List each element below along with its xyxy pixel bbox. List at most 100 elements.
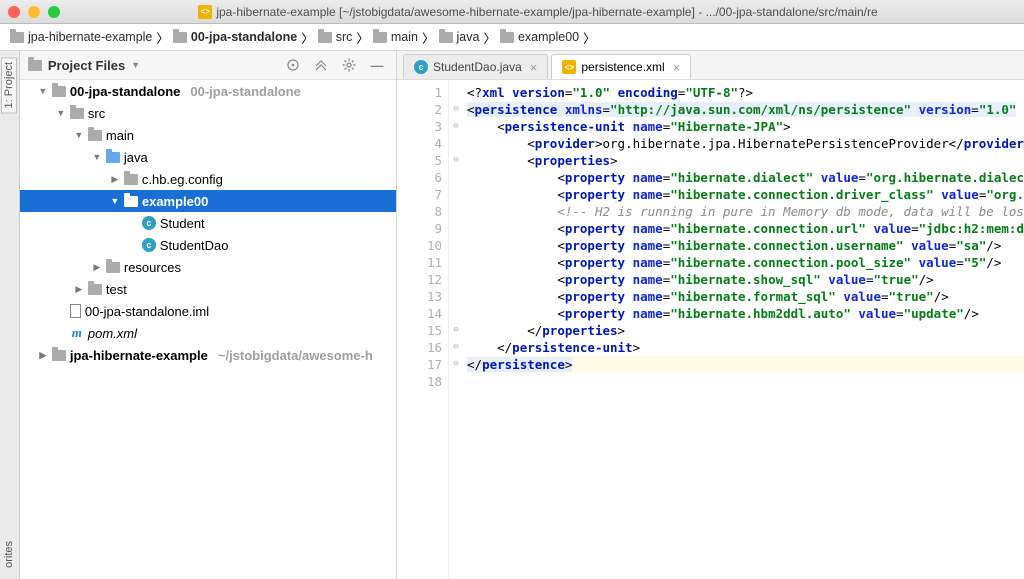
- fold-marker[interactable]: [449, 220, 463, 237]
- fold-marker[interactable]: [449, 135, 463, 152]
- line-number[interactable]: 18: [397, 373, 442, 390]
- editor-tab[interactable]: <>persistence.xml×: [551, 54, 691, 79]
- fold-marker[interactable]: ⊖: [449, 118, 463, 135]
- code-line[interactable]: </properties>: [467, 322, 1024, 339]
- fold-marker[interactable]: [449, 305, 463, 322]
- tree-row[interactable]: ▼main: [20, 124, 396, 146]
- hide-icon[interactable]: —: [366, 54, 388, 76]
- code-line[interactable]: <?xml version="1.0" encoding="UTF-8"?>: [467, 84, 1024, 101]
- code-line[interactable]: <property name="hibernate.connection.use…: [467, 237, 1024, 254]
- fold-marker[interactable]: [449, 186, 463, 203]
- tree-twisty-icon[interactable]: ▼: [56, 108, 66, 118]
- fold-marker[interactable]: ⊖: [449, 356, 463, 373]
- breadcrumb-item[interactable]: java: [439, 30, 480, 44]
- code-line[interactable]: <!-- H2 is running in pure in Memory db …: [467, 203, 1024, 220]
- fold-marker[interactable]: [449, 169, 463, 186]
- fold-marker[interactable]: [449, 373, 463, 390]
- minimize-window-button[interactable]: [28, 6, 40, 18]
- breadcrumb-item[interactable]: main: [373, 30, 418, 44]
- fold-column[interactable]: ⊖⊖⊖⊖⊖⊖: [449, 80, 463, 579]
- tree-row[interactable]: ▼example00: [20, 190, 396, 212]
- close-window-button[interactable]: [8, 6, 20, 18]
- line-number[interactable]: 7: [397, 186, 442, 203]
- line-number-gutter[interactable]: 123456789101112131415161718: [397, 80, 449, 579]
- tree-twisty-icon[interactable]: ▶: [74, 284, 84, 295]
- code-line[interactable]: <property name="hibernate.connection.dri…: [467, 186, 1024, 203]
- close-icon[interactable]: ×: [673, 60, 681, 75]
- line-number[interactable]: 12: [397, 271, 442, 288]
- breadcrumb-item[interactable]: 00-jpa-standalone: [173, 30, 297, 44]
- code-line[interactable]: <property name="hibernate.connection.poo…: [467, 254, 1024, 271]
- fold-marker[interactable]: ⊖: [449, 339, 463, 356]
- fold-marker[interactable]: [449, 288, 463, 305]
- line-number[interactable]: 3: [397, 118, 442, 135]
- editor-tab[interactable]: cStudentDao.java×: [403, 54, 548, 79]
- code-line[interactable]: </persistence-unit>: [467, 339, 1024, 356]
- line-number[interactable]: 1: [397, 84, 442, 101]
- tree-row[interactable]: mpom.xml: [20, 322, 396, 344]
- locate-icon[interactable]: [282, 54, 304, 76]
- close-icon[interactable]: ×: [530, 60, 538, 75]
- code-editor[interactable]: 123456789101112131415161718 ⊖⊖⊖⊖⊖⊖ <?xml…: [397, 80, 1024, 579]
- code-line[interactable]: <provider>org.hibernate.jpa.HibernatePer…: [467, 135, 1024, 152]
- line-number[interactable]: 16: [397, 339, 442, 356]
- code-line[interactable]: <persistence xmlns="http://java.sun.com/…: [467, 101, 1024, 118]
- code-line[interactable]: </persistence>: [467, 356, 1024, 373]
- tree-row[interactable]: ▶jpa-hibernate-example~/jstobigdata/awes…: [20, 344, 396, 366]
- tree-twisty-icon[interactable]: ▼: [110, 196, 120, 206]
- fold-marker[interactable]: ⊖: [449, 101, 463, 118]
- line-number[interactable]: 17: [397, 356, 442, 373]
- line-number[interactable]: 14: [397, 305, 442, 322]
- tree-twisty-icon[interactable]: ▶: [110, 174, 120, 185]
- fold-marker[interactable]: [449, 84, 463, 101]
- code-line[interactable]: <property name="hibernate.show_sql" valu…: [467, 271, 1024, 288]
- tree-row[interactable]: 00-jpa-standalone.iml: [20, 300, 396, 322]
- line-number[interactable]: 9: [397, 220, 442, 237]
- code-line[interactable]: [467, 373, 1024, 390]
- fold-marker[interactable]: [449, 254, 463, 271]
- tree-row[interactable]: ▶test: [20, 278, 396, 300]
- line-number[interactable]: 13: [397, 288, 442, 305]
- tree-twisty-icon[interactable]: ▶: [38, 350, 48, 361]
- tree-row[interactable]: ▼java: [20, 146, 396, 168]
- tree-row[interactable]: ▶c.hb.eg.config: [20, 168, 396, 190]
- fold-marker[interactable]: [449, 237, 463, 254]
- favorites-tool-button[interactable]: orites: [1, 536, 17, 573]
- line-number[interactable]: 10: [397, 237, 442, 254]
- code-line[interactable]: <property name="hibernate.connection.url…: [467, 220, 1024, 237]
- line-number[interactable]: 2: [397, 101, 442, 118]
- breadcrumb-item[interactable]: example00: [500, 30, 579, 44]
- code-line[interactable]: <property name="hibernate.format_sql" va…: [467, 288, 1024, 305]
- line-number[interactable]: 15: [397, 322, 442, 339]
- project-tree[interactable]: ▼00-jpa-standalone00-jpa-standalone▼src▼…: [20, 80, 396, 579]
- tree-twisty-icon[interactable]: ▼: [92, 152, 102, 162]
- tree-row[interactable]: ▼src: [20, 102, 396, 124]
- fold-marker[interactable]: [449, 271, 463, 288]
- line-number[interactable]: 5: [397, 152, 442, 169]
- project-view-title[interactable]: Project Files: [48, 58, 125, 73]
- code-line[interactable]: <property name="hibernate.dialect" value…: [467, 169, 1024, 186]
- line-number[interactable]: 6: [397, 169, 442, 186]
- fold-marker[interactable]: ⊖: [449, 322, 463, 339]
- gear-icon[interactable]: [338, 54, 360, 76]
- line-number[interactable]: 11: [397, 254, 442, 271]
- fold-marker[interactable]: [449, 203, 463, 220]
- breadcrumb-item[interactable]: src: [318, 30, 353, 44]
- code-line[interactable]: <property name="hibernate.hbm2ddl.auto" …: [467, 305, 1024, 322]
- line-number[interactable]: 8: [397, 203, 442, 220]
- tree-twisty-icon[interactable]: ▶: [92, 262, 102, 273]
- code-line[interactable]: <properties>: [467, 152, 1024, 169]
- tree-row[interactable]: ▶resources: [20, 256, 396, 278]
- fold-marker[interactable]: ⊖: [449, 152, 463, 169]
- tree-twisty-icon[interactable]: ▼: [38, 86, 48, 96]
- maximize-window-button[interactable]: [48, 6, 60, 18]
- tree-twisty-icon[interactable]: ▼: [74, 130, 84, 140]
- collapse-all-icon[interactable]: [310, 54, 332, 76]
- chevron-down-icon[interactable]: ▼: [131, 60, 140, 70]
- code-line[interactable]: <persistence-unit name="Hibernate-JPA">: [467, 118, 1024, 135]
- tree-row[interactable]: cStudent: [20, 212, 396, 234]
- project-tool-button[interactable]: 1: Project: [1, 57, 17, 113]
- tree-row[interactable]: cStudentDao: [20, 234, 396, 256]
- code-content[interactable]: <?xml version="1.0" encoding="UTF-8"?><p…: [463, 80, 1024, 579]
- breadcrumb-item[interactable]: jpa-hibernate-example: [10, 30, 152, 44]
